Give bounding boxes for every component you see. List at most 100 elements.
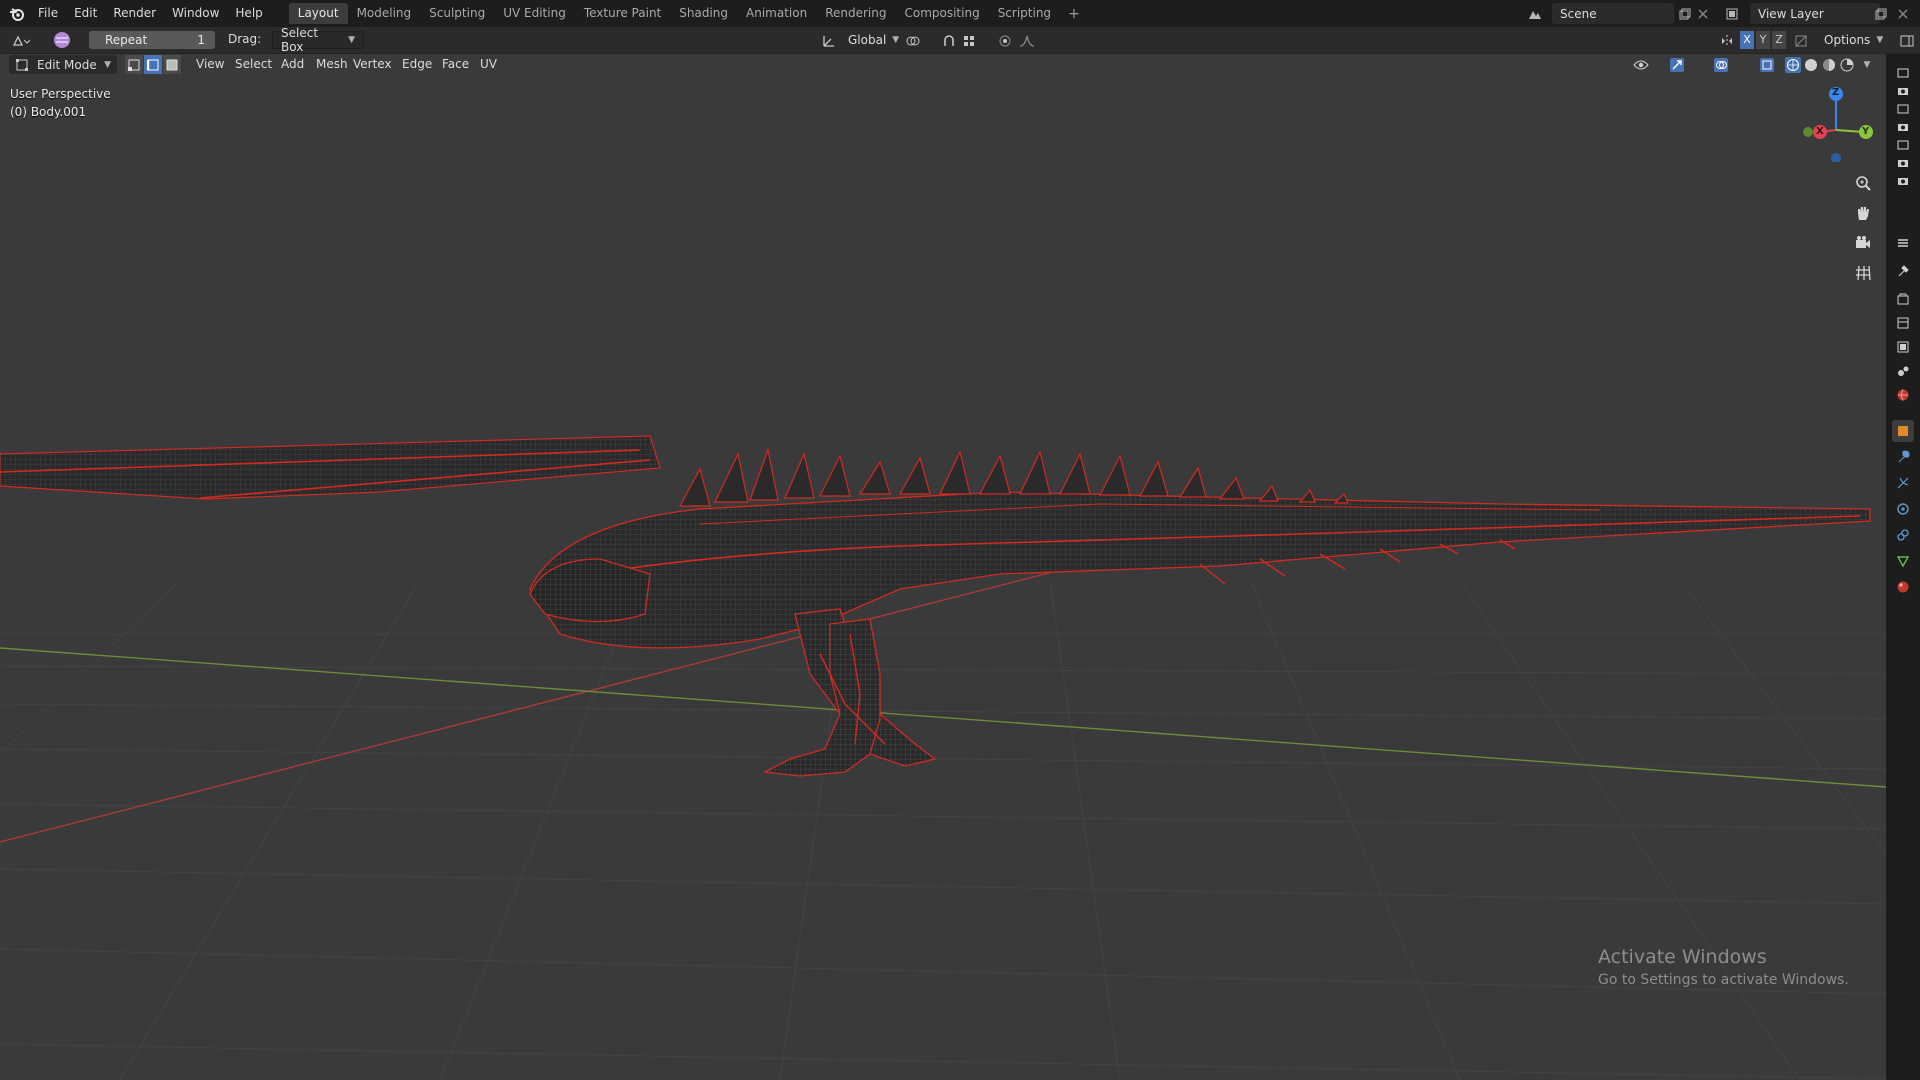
options-dropdown[interactable]: Options ▼ xyxy=(1816,31,1883,49)
rendered-shading-icon[interactable] xyxy=(1836,54,1858,75)
perspective-label: User Perspective xyxy=(10,87,111,101)
tool-settings-bar: Repeat 1 Drag: Select Box ▼ Global ▼ X Y… xyxy=(0,26,1920,54)
orientation-axes-icon[interactable] xyxy=(818,30,840,51)
visibility-eye-icon[interactable] xyxy=(1630,54,1652,75)
scene-name-field[interactable]: Scene xyxy=(1552,3,1674,24)
chevron-down-icon: ▼ xyxy=(892,35,900,45)
gizmo-z-label: Z xyxy=(1832,87,1840,98)
edit-mode-icon xyxy=(16,58,28,71)
world-properties-icon[interactable] xyxy=(1892,384,1914,406)
constraint-properties-icon[interactable] xyxy=(1892,524,1914,546)
y-axis-line xyxy=(0,647,1886,788)
tab-scripting[interactable]: Scripting xyxy=(989,3,1060,24)
output-properties-icon[interactable] xyxy=(1892,312,1914,334)
repeat-value: 1 xyxy=(197,33,205,47)
menu-view[interactable]: View xyxy=(190,55,230,74)
tab-animation[interactable]: Animation xyxy=(737,3,816,24)
camera-view-icon[interactable] xyxy=(1850,230,1876,256)
scene-properties-icon[interactable] xyxy=(1892,360,1914,382)
menu-file[interactable]: File xyxy=(30,0,66,27)
shading-options-chevron-icon[interactable]: ▼ xyxy=(1856,54,1878,75)
mirror-axis-x-toggle[interactable]: X xyxy=(1740,31,1754,49)
sidebar-toggle-icon[interactable] xyxy=(1896,30,1918,51)
snap-icon[interactable] xyxy=(938,30,960,51)
gizmo-toggle-icon[interactable] xyxy=(1666,54,1688,75)
delete-scene-icon[interactable] xyxy=(1692,3,1714,24)
scene-browse-icon[interactable] xyxy=(1524,3,1546,24)
dinosaur-mesh[interactable] xyxy=(0,435,1871,777)
overlays-icon[interactable] xyxy=(1710,54,1732,75)
mode-dropdown[interactable]: Edit Mode ▼ xyxy=(9,55,117,74)
tab-layout[interactable]: Layout xyxy=(288,3,348,24)
particle-properties-icon[interactable] xyxy=(1892,472,1914,494)
tab-sculpting[interactable]: Sculpting xyxy=(420,3,494,24)
mode-label: Edit Mode xyxy=(37,57,97,72)
zoom-icon[interactable] xyxy=(1850,170,1876,196)
tool-properties-icon[interactable] xyxy=(1892,260,1914,282)
repeat-label: Repeat xyxy=(105,33,148,47)
menu-uv[interactable]: UV xyxy=(474,55,503,74)
new-view-layer-icon[interactable] xyxy=(1870,3,1892,24)
menu-face[interactable]: Face xyxy=(436,55,475,74)
pivot-point-icon[interactable] xyxy=(902,30,924,51)
tab-shading[interactable]: Shading xyxy=(670,3,737,24)
mirror-axis-z-toggle[interactable]: Z xyxy=(1772,31,1786,49)
falloff-icon[interactable] xyxy=(1016,30,1038,51)
pan-hand-icon[interactable] xyxy=(1850,200,1876,226)
xray-toggle-icon[interactable] xyxy=(1756,54,1778,75)
scene-name: Scene xyxy=(1560,6,1597,21)
face-select-icon[interactable] xyxy=(163,55,181,74)
menu-vertex[interactable]: Vertex xyxy=(347,55,398,74)
menu-window[interactable]: Window xyxy=(164,0,227,27)
topology-mirror-icon[interactable] xyxy=(1790,30,1812,51)
watermark-subtitle: Go to Settings to activate Windows. xyxy=(1598,972,1849,988)
gizmo-x-label: X xyxy=(1816,126,1824,137)
delete-view-layer-icon[interactable] xyxy=(1892,3,1914,24)
mesh-data-properties-icon[interactable] xyxy=(1892,550,1914,572)
physics-properties-icon[interactable] xyxy=(1892,498,1914,520)
drag-select-dropdown[interactable]: Select Box ▼ xyxy=(272,26,364,54)
menu-render[interactable]: Render xyxy=(105,0,164,27)
object-properties-icon[interactable] xyxy=(1892,420,1914,442)
render-properties-icon[interactable] xyxy=(1892,288,1914,310)
3d-viewport[interactable]: User Perspective (0) Body.001 Z Y X Acti… xyxy=(0,54,1886,1080)
editor-type-icon[interactable] xyxy=(10,30,32,51)
tab-uv-editing[interactable]: UV Editing xyxy=(494,3,575,24)
edge-select-icon[interactable] xyxy=(144,55,162,74)
ortho-grid-icon[interactable] xyxy=(1850,260,1876,286)
tab-compositing[interactable]: Compositing xyxy=(895,3,988,24)
view-layer-properties-icon[interactable] xyxy=(1892,336,1914,358)
mirror-axis-y-toggle[interactable]: Y xyxy=(1756,31,1770,49)
tab-rendering[interactable]: Rendering xyxy=(816,3,895,24)
view-layer-name-field[interactable]: View Layer xyxy=(1750,3,1880,24)
mirror-icon[interactable] xyxy=(1716,30,1738,51)
drag-label: Drag: xyxy=(228,32,262,46)
viewport-grid xyxy=(0,435,1886,1080)
transform-orientation-dropdown[interactable]: Global ▼ xyxy=(840,31,900,49)
drag-value: Select Box xyxy=(281,26,319,54)
properties-tab-strip xyxy=(1886,54,1920,1080)
transform-orientation-value: Global xyxy=(848,33,887,47)
view-layer-browse-icon[interactable] xyxy=(1722,3,1744,24)
camera-render-icon[interactable] xyxy=(1892,170,1914,192)
chevron-down-icon: ▼ xyxy=(348,35,355,45)
modifier-properties-icon[interactable] xyxy=(1892,446,1914,468)
active-tool-icon[interactable] xyxy=(50,29,74,50)
watermark-title: Activate Windows xyxy=(1598,946,1767,968)
menu-edge[interactable]: Edge xyxy=(396,55,438,74)
menu-select[interactable]: Select xyxy=(229,55,278,74)
tab-modeling[interactable]: Modeling xyxy=(348,3,421,24)
snap-target-icon[interactable] xyxy=(958,30,980,51)
proportional-edit-icon[interactable] xyxy=(994,30,1016,51)
properties-editor-icon[interactable] xyxy=(1892,232,1914,254)
chevron-down-icon: ▼ xyxy=(104,59,111,70)
vertex-select-icon[interactable] xyxy=(125,55,143,74)
blender-logo-icon[interactable] xyxy=(4,0,30,27)
tab-texture-paint[interactable]: Texture Paint xyxy=(575,3,670,24)
menu-edit[interactable]: Edit xyxy=(66,0,105,27)
menu-add[interactable]: Add xyxy=(275,55,310,74)
repeat-field[interactable]: Repeat 1 xyxy=(89,31,215,49)
add-workspace-button[interactable]: + xyxy=(1060,6,1088,22)
material-properties-icon[interactable] xyxy=(1892,576,1914,598)
menu-help[interactable]: Help xyxy=(227,0,270,27)
